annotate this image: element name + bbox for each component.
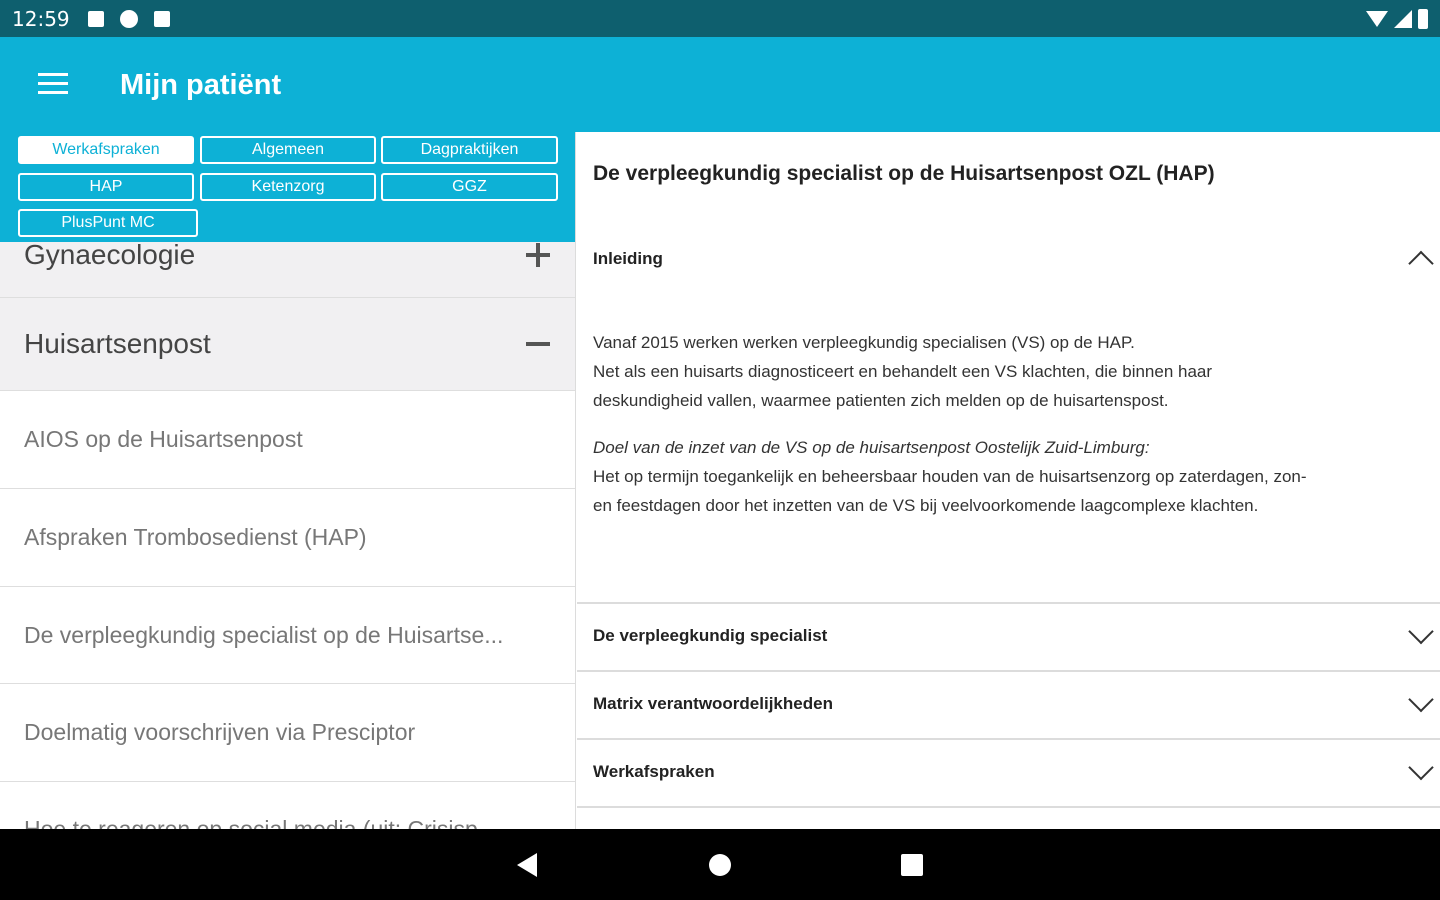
chevron-down-icon[interactable] [1408,618,1434,645]
detail-pane[interactable]: De verpleegkundig specialist op de Huisa… [577,132,1440,829]
collapse-minus-icon[interactable] [526,332,550,356]
chevron-down-icon[interactable] [1408,686,1434,713]
section-header-label: De verpleegkundig specialist [593,626,828,645]
chevron-down-icon[interactable] [1408,754,1434,781]
group-label: Gynaecologie [24,238,196,270]
filter-ketenzorg[interactable]: Ketenzorg [200,173,376,201]
list-item-label: AIOS op de Huisartsenpost [24,426,303,452]
section-body-inleiding: Vanaf 2015 werken werken verpleegkundig … [593,328,1433,538]
section-header-inleiding[interactable]: Inleiding [577,226,1440,292]
list-item[interactable]: Afspraken Trombosedienst (HAP) [0,489,575,587]
list-item-label: Doelmatig voorschrijven via Presciptor [24,719,416,745]
list-item[interactable]: De verpleegkundig specialist op de Huisa… [0,587,575,684]
signal-icon [1394,9,1412,28]
section-header-label: Matrix verantwoordelijkheden [593,694,833,713]
filter-ggz[interactable]: GGZ [381,173,558,201]
list-item-label: De verpleegkundig specialist op de Huisa… [24,621,504,648]
app-title: Mijn patiënt [120,69,282,101]
chevron-up-icon[interactable] [1408,250,1434,277]
battery-icon [1418,8,1428,29]
notification-icon [87,10,104,27]
filter-algemeen[interactable]: Algemeen [200,136,376,164]
recents-icon[interactable] [901,854,923,876]
text-line: deskundigheid vallen, waarmee patienten … [593,391,1169,410]
section-header-label: Werkafspraken [593,762,715,781]
intro-paragraph-2: Doel van de inzet van de VS op de huisar… [593,433,1433,520]
section-header-verpleegkundig-specialist[interactable]: De verpleegkundig specialist [577,602,1440,668]
hamburger-menu-icon[interactable] [38,73,68,95]
section-header-werkafspraken[interactable]: Werkafspraken [577,738,1440,804]
back-icon[interactable] [517,853,537,877]
sd-card-icon [153,10,170,27]
text-line: Vanaf 2015 werken werken verpleegkundig … [593,333,1135,352]
status-right-group [1366,8,1428,29]
wifi-icon [1366,10,1388,27]
list-item-label: Afspraken Trombosedienst (HAP) [24,524,367,550]
list-item[interactable]: Hoe te reageren op social media (uit: Cr… [0,782,575,829]
filter-pluspunt-mc[interactable]: PlusPunt MC [18,209,198,237]
filter-werkafspraken[interactable]: Werkafspraken [18,136,194,164]
group-label: Huisartsenpost [24,328,211,359]
list-item[interactable]: Doelmatig voorschrijven via Presciptor [0,684,575,782]
detail-title: De verpleegkundig specialist op de Huisa… [593,162,1215,185]
flipboard-icon [119,9,138,28]
home-icon[interactable] [709,854,731,876]
text-line: Net als een huisarts diagnosticeert en b… [593,362,1213,381]
system-nav-bar [0,829,1440,900]
text-line: en feestdagen door het inzetten van de V… [593,496,1259,515]
status-bar: 12:59 [0,0,1440,37]
status-time: 12:59 [12,6,70,31]
section-header-label: Inleiding [593,249,663,268]
expand-plus-icon[interactable] [526,242,550,267]
filter-dagpraktijken[interactable]: Dagpraktijken [381,136,558,164]
group-huisartsenpost[interactable]: Huisartsenpost [0,298,575,391]
list-item-label: Hoe te reageren op social media (uit: Cr… [24,816,478,829]
text-line-italic: Doel van de inzet van de VS op de huisar… [593,438,1150,457]
section-header-matrix[interactable]: Matrix verantwoordelijkheden [577,670,1440,736]
filter-chip-area: Werkafspraken Algemeen Dagpraktijken HAP… [0,132,575,242]
list-item[interactable]: AIOS op de Huisartsenpost [0,391,575,489]
app-bar: Mijn patiënt [0,37,1440,132]
text-line: Het op termijn toegankelijk en beheersba… [593,467,1307,486]
intro-paragraph-1: Vanaf 2015 werken werken verpleegkundig … [593,328,1433,415]
topic-list-pane[interactable]: Gynaecologie Huisartsenpost AIOS op de H… [0,132,576,829]
section-header-next[interactable] [577,806,1440,829]
filter-hap[interactable]: HAP [18,173,194,201]
